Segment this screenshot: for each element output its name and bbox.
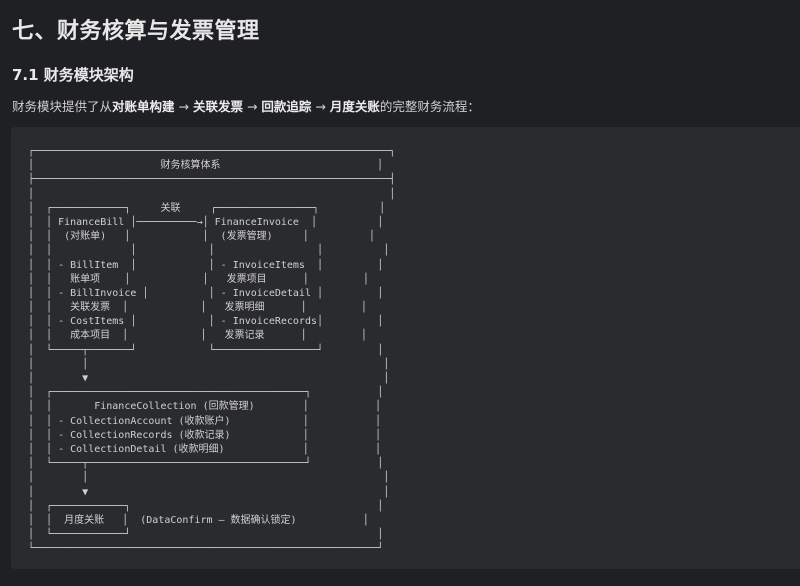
diagram-line: │ │ - CostItems │ │ - InvoiceRecords│ │ [28, 316, 384, 328]
intro-paragraph: 财务模块提供了从对账单构建 → 关联发票 → 回款追踪 → 月度关账的完整财务流… [12, 96, 480, 115]
intro-prefix: 财务模块提供了从 [12, 99, 113, 114]
diagram-line: │ │ - CollectionDetail (收款明细) │ │ [28, 443, 382, 455]
intro-step-collection: 回款追踪 [261, 99, 312, 114]
architecture-diagram: ┌───────────────────────────────────────… [28, 145, 395, 556]
diagram-line: │ │ - BillItem │ │ - InvoiceItems │ │ [28, 259, 384, 271]
diagram-line: │ │ FinanceBill │──────────→│ FinanceInv… [28, 216, 384, 228]
diagram-line: │ │ │ [28, 358, 390, 370]
diagram-line: │ ┌─────────────────────────────────────… [28, 387, 384, 399]
diagram-line: │ └────────────┘ │ [28, 529, 384, 541]
diagram-line: │ │ 关联发票 │ │ 发票明细 │ │ [28, 302, 367, 314]
diagram-line: │ │ FinanceCollection (回款管理) │ │ [28, 401, 382, 413]
diagram-line: │ │ │ │ │ │ [28, 245, 390, 257]
diagram-line: ├───────────────────────────────────────… [28, 174, 396, 186]
diagram-line: │ └─────┬───────────────────────────────… [28, 458, 384, 470]
diagram-line: │ ▼ │ [28, 486, 390, 498]
intro-step-bill: 对账单构建 [112, 99, 175, 114]
diagram-line: │ │ 成本项目 │ │ 发票记录 │ │ [28, 330, 367, 342]
diagram-line: │ ┌────────────┐ 关联 ┌────────────────┐ │ [28, 202, 386, 214]
intro-arrow: → [311, 99, 330, 114]
diagram-line: │ ▼ │ [28, 373, 390, 384]
diagram-line: │ └─────┬───────┘ └─────────────────┘ │ [28, 344, 384, 356]
diagram-line: └───────────────────────────────────────… [28, 543, 384, 555]
diagram-line: │ 财务核算体系 │ [28, 160, 384, 172]
diagram-line: │ │ - CollectionRecords (收款记录) │ │ [28, 429, 382, 441]
diagram-line: │ │ [28, 188, 396, 200]
diagram-line: │ │ 账单项 │ │ 发票项目 │ │ [28, 273, 369, 285]
intro-arrow: → [174, 99, 193, 114]
diagram-line: ┌───────────────────────────────────────… [28, 146, 396, 157]
diagram-line: │ │ - BillInvoice │ │ - InvoiceDetail │ … [28, 287, 384, 299]
diagram-line: │ │ (对账单) │ │ (发票管理) │ │ [28, 231, 375, 243]
subsection-heading: 7.1 财务模块架构 [12, 66, 134, 84]
section-heading: 七、财务核算与发票管理 [12, 19, 260, 44]
code-block: ┌───────────────────────────────────────… [11, 127, 800, 569]
diagram-line: │ │ │ [28, 472, 390, 484]
intro-step-close: 月度关账 [329, 99, 380, 114]
diagram-line: │ │ - CollectionAccount (收款账户) │ │ [28, 415, 382, 427]
intro-arrow: → [242, 99, 262, 114]
diagram-line: │ │ 月度关账 │ (DataConfirm — 数据确认锁定) │ [28, 514, 369, 526]
intro-suffix: 的完整财务流程： [379, 99, 480, 114]
intro-step-invoice: 关联发票 [192, 99, 243, 114]
diagram-line: │ ┌────────────┐ │ [28, 500, 384, 512]
